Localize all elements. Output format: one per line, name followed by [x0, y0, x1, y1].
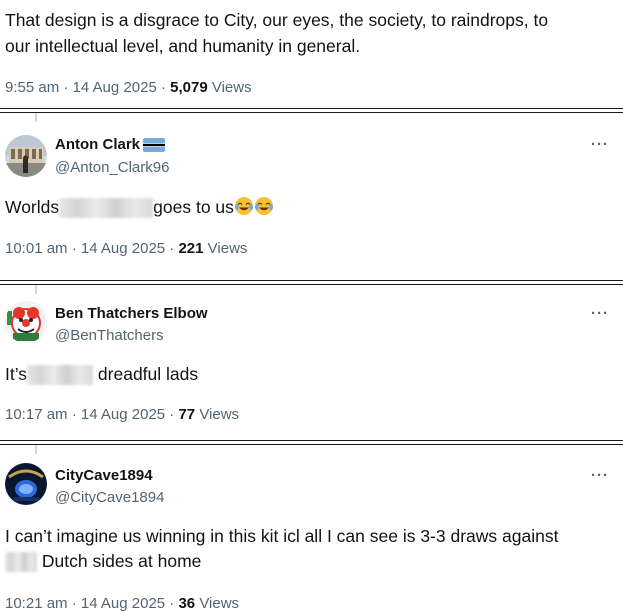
tears-of-joy-emoji-icon: [254, 196, 274, 216]
tweet-3-timestamp[interactable]: 10:17 am · 14 Aug 2025 ·: [5, 406, 178, 423]
user-handle[interactable]: @CityCave1894: [55, 489, 164, 506]
tweet-2-views-count: 221: [178, 240, 204, 257]
avatar-anton-clark[interactable]: [5, 135, 47, 177]
tweet-3-views-label: Views: [199, 406, 240, 423]
tweet-1-views-count: 5,079: [170, 79, 208, 96]
tweet-4-views-label: Views: [199, 595, 240, 612]
tweet-2-text-start: Worlds: [5, 197, 60, 217]
author-row: CityCave1894: [55, 467, 153, 484]
tweet-2-text: Worlds goes to us: [5, 195, 613, 220]
avatar-ben-thatchers-elbow[interactable]: [5, 301, 47, 343]
tweet-4[interactable]: CityCave1894 @CityCave1894 ··· I can’t i…: [0, 445, 623, 615]
tweet-4-meta: 10:21 am · 14 Aug 2025 · 36 Views: [5, 595, 239, 612]
tweet-4-text-line-2-end: Dutch sides at home: [41, 551, 202, 571]
tweet-1-meta: 9:55 am · 14 Aug 2025 · 5,079 Views: [5, 79, 252, 96]
tweet-1-views-label: Views: [211, 79, 252, 96]
tweet-2-views-label: Views: [207, 240, 248, 257]
tweet-2[interactable]: Anton Clark @Anton_Clark96 ··· Worlds goe…: [0, 113, 623, 280]
display-name[interactable]: Anton Clark: [55, 136, 140, 153]
tweet-3-meta: 10:17 am · 14 Aug 2025 · 77 Views: [5, 406, 239, 423]
more-options-icon[interactable]: ···: [591, 136, 609, 153]
botswana-flag-icon: [143, 137, 166, 152]
avatar-citycave1894[interactable]: [5, 463, 47, 505]
tweet-3-text: It’s dreadful lads: [5, 362, 613, 387]
display-name[interactable]: CityCave1894: [55, 467, 153, 484]
redacted-text: [5, 552, 37, 573]
display-name[interactable]: Ben Thatchers Elbow: [55, 305, 208, 322]
more-options-icon[interactable]: ···: [591, 305, 609, 322]
author-row: Anton Clark: [55, 136, 166, 153]
tweet-3[interactable]: Ben Thatchers Elbow @BenThatchers ··· It…: [0, 285, 623, 440]
thread-connector: [35, 113, 37, 122]
tweet-1[interactable]: That design is a disgrace to City, our e…: [0, 0, 623, 108]
user-handle[interactable]: @BenThatchers: [55, 327, 164, 344]
tweet-3-text-end: dreadful lads: [97, 364, 199, 384]
tweet-1-text-line-2: our intellectual level, and humanity in …: [5, 36, 361, 56]
redacted-text: [27, 365, 94, 386]
tweet-3-views-count: 77: [178, 406, 196, 423]
tweet-1-timestamp[interactable]: 9:55 am · 14 Aug 2025 ·: [5, 79, 170, 96]
thread-connector: [35, 285, 37, 294]
tweet-4-text-line-2: Dutch sides at home: [5, 549, 613, 574]
tweet-2-text-end: goes to us: [153, 197, 234, 217]
tweet-1-text-line-1: That design is a disgrace to City, our e…: [5, 10, 549, 30]
user-handle[interactable]: @Anton_Clark96: [55, 159, 169, 176]
tweet-4-text-line-1: I can’t imagine us winning in this kit i…: [5, 526, 559, 546]
more-options-icon[interactable]: ···: [591, 467, 609, 484]
tweet-2-timestamp[interactable]: 10:01 am · 14 Aug 2025 ·: [5, 240, 178, 257]
tweet-4-timestamp[interactable]: 10:21 am · 14 Aug 2025 ·: [5, 595, 178, 612]
tweet-2-meta: 10:01 am · 14 Aug 2025 · 221 Views: [5, 240, 247, 257]
thread-connector: [35, 445, 37, 454]
tears-of-joy-emoji-icon: [234, 196, 254, 216]
redacted-text: [59, 198, 154, 219]
tweet-3-text-start: It’s: [5, 364, 28, 384]
tweet-4-views-count: 36: [178, 595, 196, 612]
author-row: Ben Thatchers Elbow: [55, 305, 208, 322]
